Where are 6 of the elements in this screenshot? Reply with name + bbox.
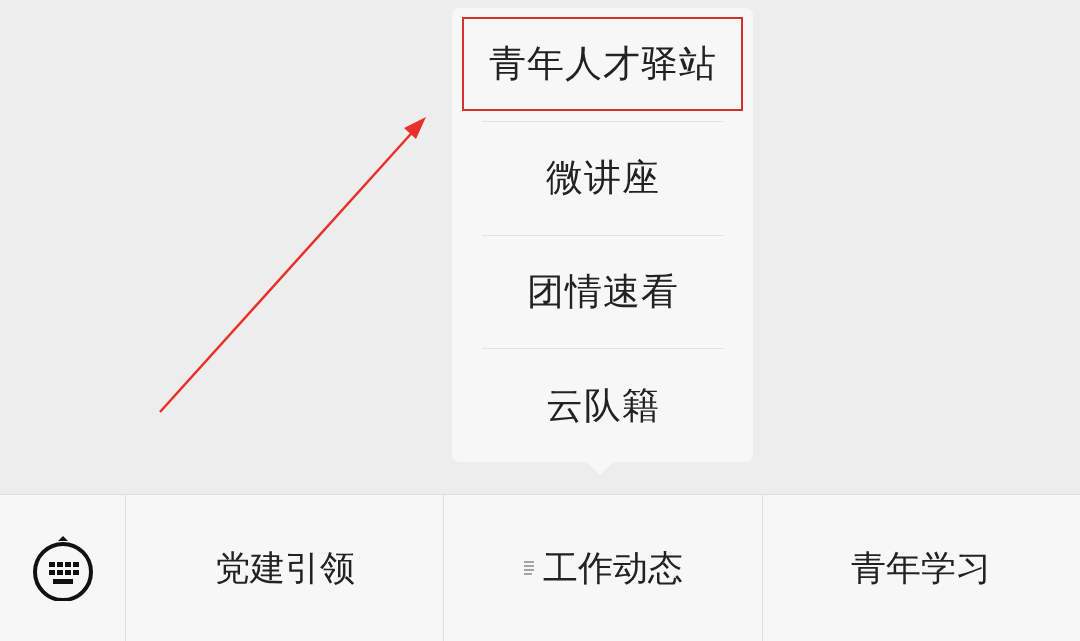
- menu-item[interactable]: 青年人才驿站: [462, 17, 743, 112]
- menu-item[interactable]: 微讲座: [545, 153, 660, 204]
- menu-item[interactable]: 云队籍: [545, 380, 660, 431]
- list-icon: [523, 561, 535, 575]
- menu-item[interactable]: 团情速看: [526, 266, 679, 317]
- keyboard-icon[interactable]: [30, 535, 95, 601]
